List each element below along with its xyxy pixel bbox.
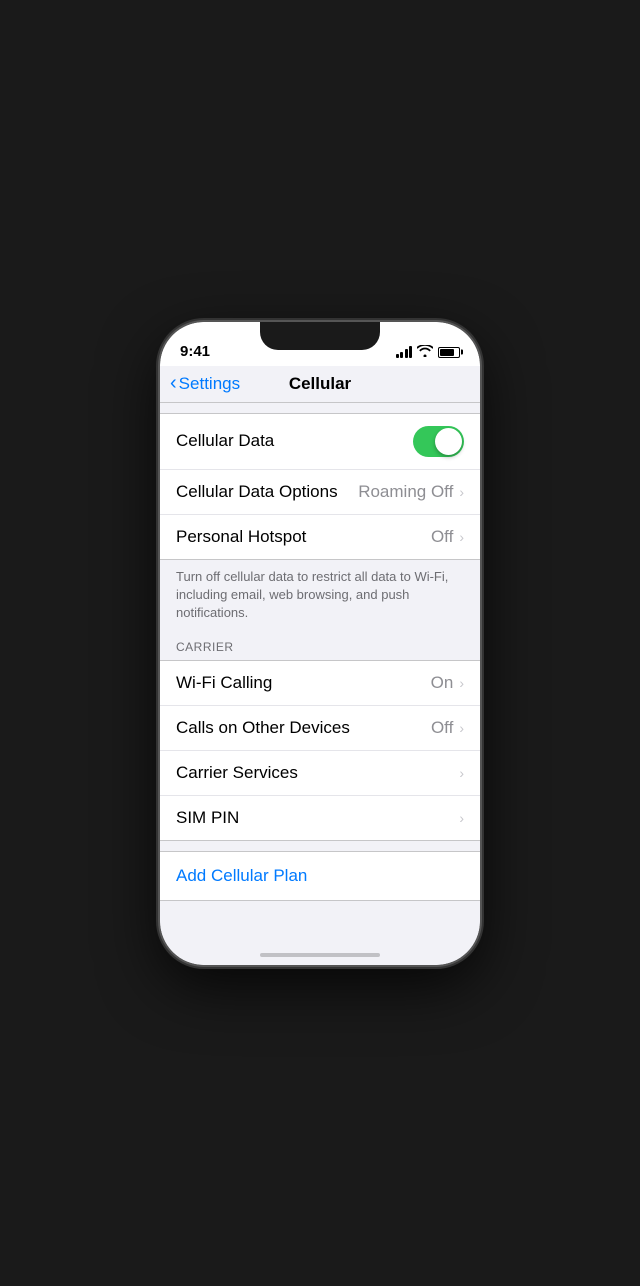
add-cellular-plan-label: Add Cellular Plan xyxy=(176,866,307,885)
chevron-right-icon: › xyxy=(459,484,464,500)
battery-icon xyxy=(438,347,460,358)
wifi-calling-label: Wi-Fi Calling xyxy=(176,673,272,693)
sim-pin-right: › xyxy=(459,810,464,826)
calls-other-devices-value: Off xyxy=(431,718,453,738)
cellular-data-row[interactable]: Cellular Data xyxy=(160,414,480,470)
status-bar: 9:41 xyxy=(160,322,480,366)
cellular-data-info: Turn off cellular data to restrict all d… xyxy=(160,560,480,635)
screen: 9:41 xyxy=(160,322,480,965)
personal-hotspot-value: Off xyxy=(431,527,453,547)
sim-pin-label: SIM PIN xyxy=(176,808,239,828)
calls-other-devices-row[interactable]: Calls on Other Devices Off › xyxy=(160,706,480,751)
wifi-calling-value: On xyxy=(431,673,454,693)
chevron-right-icon-2: › xyxy=(459,529,464,545)
chevron-right-icon-3: › xyxy=(459,675,464,691)
home-indicator xyxy=(160,945,480,965)
wifi-calling-right: On › xyxy=(431,673,464,693)
carrier-services-label: Carrier Services xyxy=(176,763,298,783)
cellular-data-options-value: Roaming Off xyxy=(358,482,453,502)
home-bar xyxy=(260,953,380,957)
cellular-data-options-label: Cellular Data Options xyxy=(176,482,338,502)
scroll-content[interactable]: Cellular Data Cellular Data Options Roam… xyxy=(160,403,480,945)
wifi-icon xyxy=(417,345,433,360)
sim-pin-row[interactable]: SIM PIN › xyxy=(160,796,480,840)
carrier-services-right: › xyxy=(459,765,464,781)
status-icons xyxy=(396,345,461,360)
main-settings-group: Cellular Data Cellular Data Options Roam… xyxy=(160,413,480,560)
cellular-data-toggle[interactable] xyxy=(413,426,464,457)
status-time: 9:41 xyxy=(180,343,210,360)
personal-hotspot-label: Personal Hotspot xyxy=(176,527,306,547)
add-cellular-plan-row[interactable]: Add Cellular Plan xyxy=(160,851,480,901)
page-title: Cellular xyxy=(289,374,351,394)
back-button[interactable]: ‹ Settings xyxy=(170,374,240,394)
phone-frame: 9:41 xyxy=(160,322,480,965)
carrier-section-header: CARRIER xyxy=(160,634,480,660)
back-chevron-icon: ‹ xyxy=(170,373,177,393)
chevron-right-icon-6: › xyxy=(459,810,464,826)
carrier-settings-group: Wi-Fi Calling On › Calls on Other Device… xyxy=(160,660,480,841)
cellular-data-options-row[interactable]: Cellular Data Options Roaming Off › xyxy=(160,470,480,515)
back-label: Settings xyxy=(179,374,240,394)
notch xyxy=(260,322,380,350)
signal-bars-icon xyxy=(396,346,413,358)
toggle-knob xyxy=(435,428,462,455)
cellular-data-options-right: Roaming Off › xyxy=(358,482,464,502)
wifi-calling-row[interactable]: Wi-Fi Calling On › xyxy=(160,661,480,706)
chevron-right-icon-4: › xyxy=(459,720,464,736)
calls-other-devices-label: Calls on Other Devices xyxy=(176,718,350,738)
nav-bar: ‹ Settings Cellular xyxy=(160,366,480,403)
chevron-right-icon-5: › xyxy=(459,765,464,781)
personal-hotspot-row[interactable]: Personal Hotspot Off › xyxy=(160,515,480,559)
personal-hotspot-right: Off › xyxy=(431,527,464,547)
carrier-services-row[interactable]: Carrier Services › xyxy=(160,751,480,796)
cellular-data-label: Cellular Data xyxy=(176,431,274,451)
calls-other-devices-right: Off › xyxy=(431,718,464,738)
